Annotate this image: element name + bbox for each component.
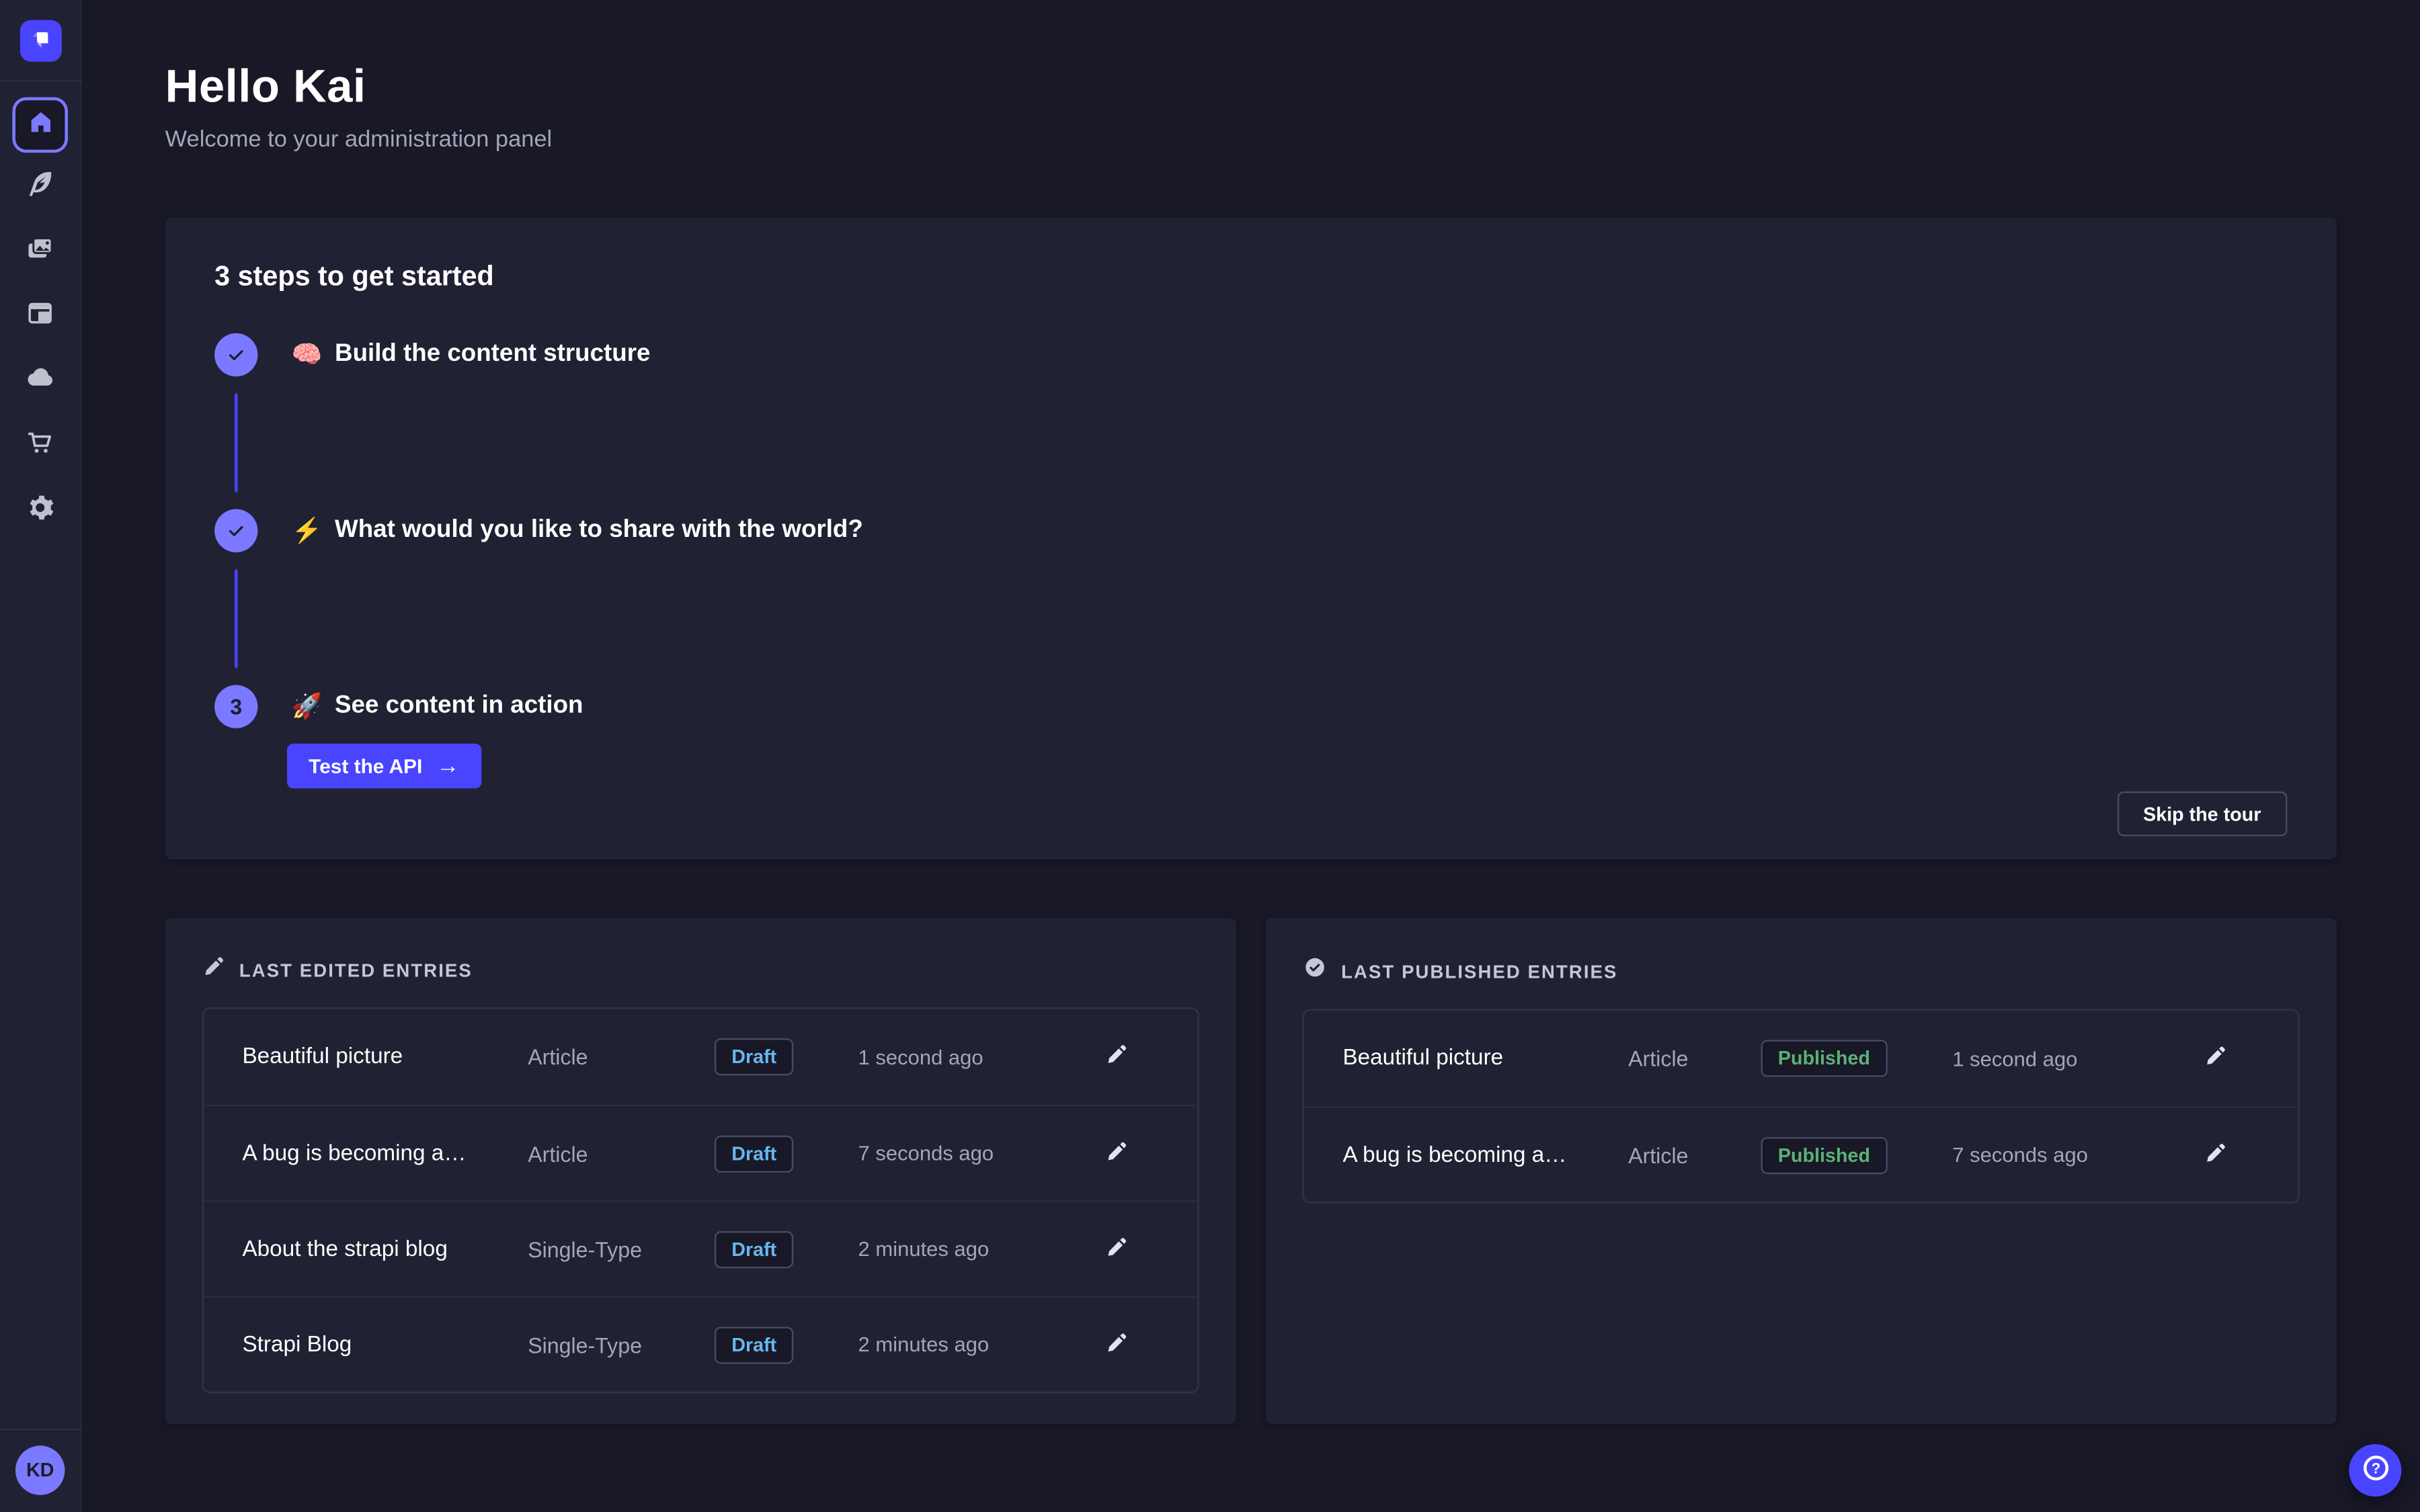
feather-icon (25, 167, 56, 203)
svg-text:?: ? (2371, 1460, 2380, 1477)
page-header: Hello Kai Welcome to your administration… (165, 62, 2337, 153)
step-connector-line (235, 393, 238, 492)
onboarding-step-3: 3 🚀 See content in action (214, 685, 2287, 728)
status-badge: Draft (715, 1135, 793, 1172)
edit-entry-button[interactable] (1094, 1132, 1137, 1175)
step-1-label: 🧠 Build the content structure (292, 339, 651, 370)
table-row: Beautiful picture Article Published 1 se… (1304, 1011, 2298, 1106)
step-connector-line (235, 569, 238, 668)
pencil-icon (1104, 1043, 1127, 1070)
help-button[interactable]: ? (2349, 1444, 2401, 1497)
edit-entry-button[interactable] (1094, 1323, 1137, 1366)
sidebar-item-settings[interactable] (7, 476, 72, 541)
pencil-icon (2203, 1141, 2226, 1169)
table-row: A bug is becoming a… Article Draft 7 sec… (204, 1105, 1198, 1200)
sidebar-item-media-library[interactable] (7, 218, 72, 282)
last-edited-header: LAST EDITED ENTRIES (202, 955, 1199, 986)
question-mark-icon: ? (2359, 1452, 2391, 1488)
lightning-emoji-icon: ⚡ (292, 515, 323, 546)
status-badge: Published (1761, 1040, 1888, 1077)
edit-entry-button[interactable] (2193, 1133, 2236, 1176)
edit-entry-button[interactable] (2193, 1037, 2236, 1080)
skip-row: Skip the tour (214, 792, 2287, 837)
home-icon (26, 108, 55, 142)
pencil-icon (2203, 1044, 2226, 1072)
check-circle-icon (1303, 955, 1328, 987)
entries-panels: LAST EDITED ENTRIES Beautiful picture Ar… (165, 918, 2337, 1424)
sidebar-nav (0, 97, 80, 542)
strapi-logo-icon (28, 26, 54, 56)
test-api-button[interactable]: Test the API → (287, 744, 481, 789)
sidebar-item-content-manager[interactable] (7, 282, 72, 347)
step-done-check-icon (214, 509, 257, 552)
arrow-right-icon: → (436, 753, 459, 779)
gear-icon (25, 491, 56, 527)
pencil-icon (1104, 1235, 1127, 1263)
status-badge: Draft (715, 1326, 793, 1363)
pencil-icon (1104, 1331, 1127, 1358)
onboarding-title: 3 steps to get started (214, 261, 2287, 293)
step-3-number-circle: 3 (214, 685, 257, 728)
brain-emoji-icon: 🧠 (292, 339, 323, 370)
last-published-table: Beautiful picture Article Published 1 se… (1303, 1009, 2300, 1204)
step-done-check-icon (214, 333, 257, 376)
table-row: About the strapi blog Single-Type Draft … (204, 1200, 1198, 1296)
rocket-emoji-icon: 🚀 (292, 691, 323, 722)
table-row: Strapi Blog Single-Type Draft 2 minutes … (204, 1296, 1198, 1392)
edit-entry-button[interactable] (1094, 1227, 1137, 1270)
strapi-admin-dashboard: KD Hello Kai Welcome to your administrat… (0, 0, 2420, 1512)
sidebar-item-cloud[interactable] (7, 347, 72, 412)
cloud-icon (24, 361, 56, 398)
sidebar: KD (0, 0, 82, 1512)
step-3-label: 🚀 See content in action (292, 691, 583, 722)
sidebar-divider (0, 80, 82, 81)
step-2-label: ⚡ What would you like to share with the … (292, 515, 863, 546)
table-row: Beautiful picture Article Draft 1 second… (204, 1009, 1198, 1105)
last-edited-panel: LAST EDITED ENTRIES Beautiful picture Ar… (165, 918, 1236, 1424)
main-content: Hello Kai Welcome to your administration… (82, 0, 2420, 1512)
onboarding-card: 3 steps to get started 🧠 Build the conte… (165, 218, 2337, 859)
status-badge: Draft (715, 1230, 793, 1267)
strapi-logo-button[interactable] (20, 20, 62, 62)
edit-entry-button[interactable] (1094, 1036, 1137, 1079)
onboarding-step-1: 🧠 Build the content structure (214, 333, 2287, 376)
last-edited-table: Beautiful picture Article Draft 1 second… (202, 1007, 1199, 1393)
onboarding-step-2: ⚡ What would you like to share with the … (214, 509, 2287, 552)
last-published-panel: LAST PUBLISHED ENTRIES Beautiful picture… (1266, 918, 2337, 1424)
images-icon (25, 233, 56, 268)
skip-tour-button[interactable]: Skip the tour (2117, 792, 2287, 837)
onboarding-steps: 🧠 Build the content structure ⚡ What wou… (214, 333, 2287, 788)
last-published-header: LAST PUBLISHED ENTRIES (1303, 955, 2300, 987)
cart-icon (25, 427, 56, 462)
status-badge: Draft (715, 1038, 793, 1075)
status-badge: Published (1761, 1136, 1888, 1173)
sidebar-item-home[interactable] (12, 97, 68, 153)
cta-row: Test the API → (287, 744, 2288, 789)
layout-icon (25, 297, 56, 333)
sidebar-item-marketplace[interactable] (7, 412, 72, 476)
page-title: Hello Kai (165, 62, 2337, 114)
sidebar-bottom-divider (0, 1429, 82, 1430)
sidebar-item-content-type-builder[interactable] (7, 153, 72, 217)
pencil-icon (1104, 1140, 1127, 1167)
table-row: A bug is becoming a… Article Published 7… (1304, 1106, 2298, 1202)
pencil-icon (202, 955, 225, 986)
user-avatar[interactable]: KD (15, 1445, 65, 1495)
page-subtitle: Welcome to your administration panel (165, 126, 2337, 153)
